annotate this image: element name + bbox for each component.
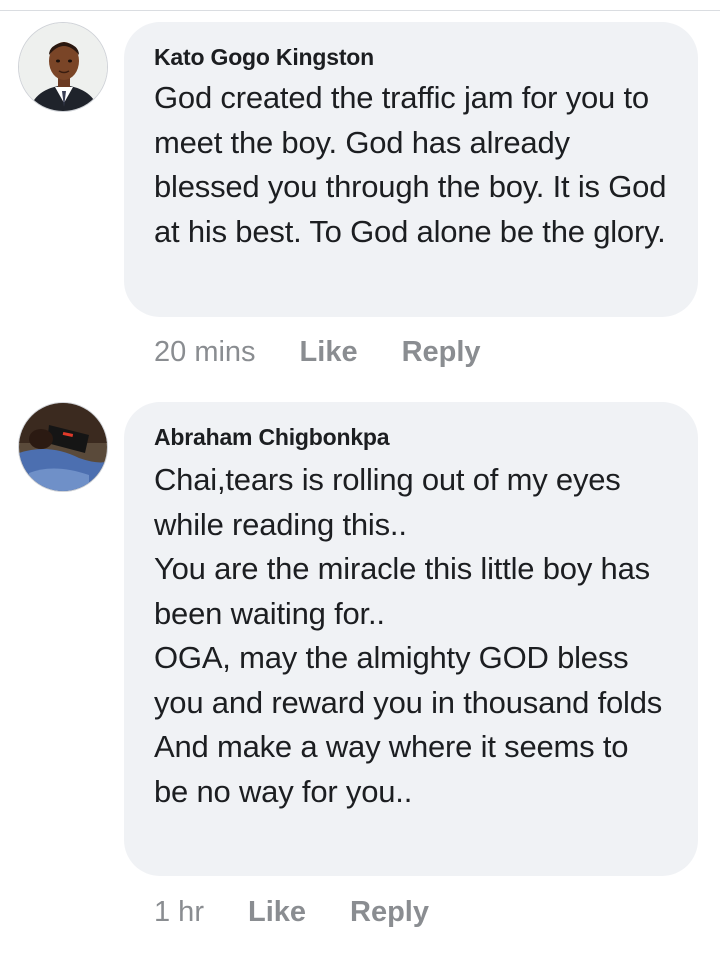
comment-timestamp[interactable]: 1 hr	[154, 896, 204, 929]
comment-actions: 1 hr Like Reply	[154, 896, 429, 929]
like-button[interactable]: Like	[248, 896, 306, 929]
comment-bubble: Abraham Chigbonkpa Chai,tears is rolling…	[124, 402, 698, 876]
comment-text: Chai,tears is rolling out of my eyes whi…	[154, 462, 663, 809]
avatar[interactable]	[18, 402, 108, 492]
comment-text: God created the traffic jam for you to m…	[154, 80, 667, 249]
reply-button[interactable]: Reply	[402, 336, 481, 369]
avatar[interactable]	[18, 22, 108, 112]
reply-button[interactable]: Reply	[350, 896, 429, 929]
comment-actions: 20 mins Like Reply	[154, 336, 481, 369]
comment-bubble: Kato Gogo Kingston God created the traff…	[124, 22, 698, 317]
avatar-photo-icon	[19, 23, 107, 111]
comment-timestamp[interactable]: 20 mins	[154, 336, 256, 369]
top-divider	[0, 10, 720, 11]
comment-author[interactable]: Abraham Chigbonkpa	[154, 422, 670, 452]
avatar-photo-icon	[19, 403, 107, 491]
comment-author[interactable]: Kato Gogo Kingston	[154, 42, 670, 72]
like-button[interactable]: Like	[300, 336, 358, 369]
